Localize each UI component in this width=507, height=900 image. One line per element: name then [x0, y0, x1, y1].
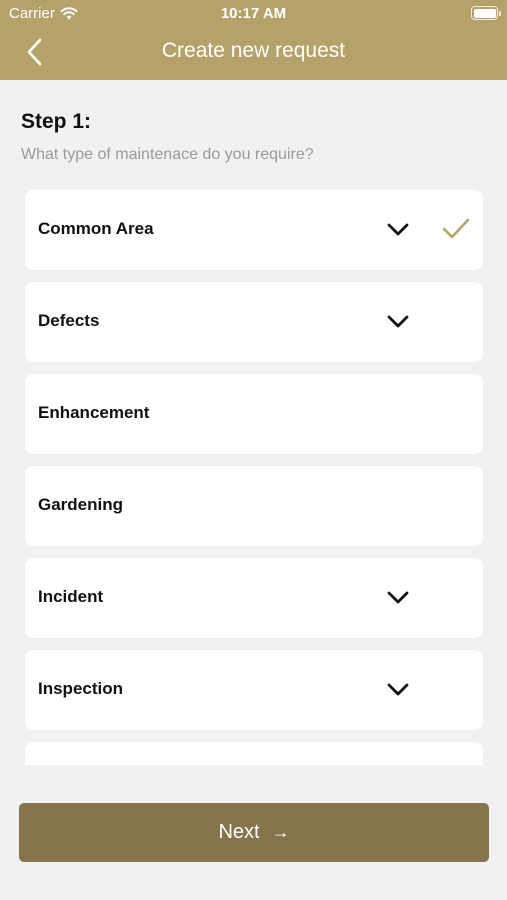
category-label: Enhancement — [38, 403, 150, 422]
category-item[interactable]: Common Area — [25, 190, 483, 270]
arrow-right-icon: → — [271, 822, 290, 842]
category-label: Incident — [38, 587, 104, 606]
category-item[interactable]: Gardening — [25, 466, 483, 546]
category-label: Inspection — [38, 679, 124, 698]
category-label: Common Area — [38, 219, 154, 238]
step-subtitle: What type of maintenace do you require? — [21, 146, 314, 163]
header: Carrier 10:17 AM Create new request — [0, 0, 507, 80]
category-item[interactable]: Enhancement — [25, 374, 483, 454]
category-item[interactable] — [25, 742, 483, 765]
battery-level — [473, 8, 496, 18]
chevron-down-icon[interactable] — [385, 585, 411, 611]
step-title: Step 1: — [21, 110, 92, 133]
status-time: 10:17 AM — [220, 5, 287, 22]
battery-icon — [471, 6, 501, 20]
chevron-down-icon[interactable] — [385, 217, 411, 243]
category-label: Defects — [38, 311, 100, 330]
category-item[interactable]: Inspection — [25, 650, 483, 730]
checkmark-icon — [442, 218, 470, 239]
category-item[interactable]: Incident — [25, 558, 483, 638]
category-list[interactable]: Common Area Defects Enhancement Gardening In… — [0, 190, 507, 765]
category-label: Gardening — [38, 495, 124, 514]
page-title: Create new request — [161, 39, 346, 62]
category-item[interactable]: Defects — [25, 282, 483, 362]
next-button-label: Next — [218, 821, 260, 843]
next-button[interactable]: Next → — [19, 803, 489, 862]
chevron-down-icon[interactable] — [385, 309, 411, 335]
status-bar: Carrier 10:17 AM — [0, 0, 507, 28]
nav-bar: Create new request — [0, 28, 507, 76]
chevron-down-icon[interactable] — [385, 677, 411, 703]
